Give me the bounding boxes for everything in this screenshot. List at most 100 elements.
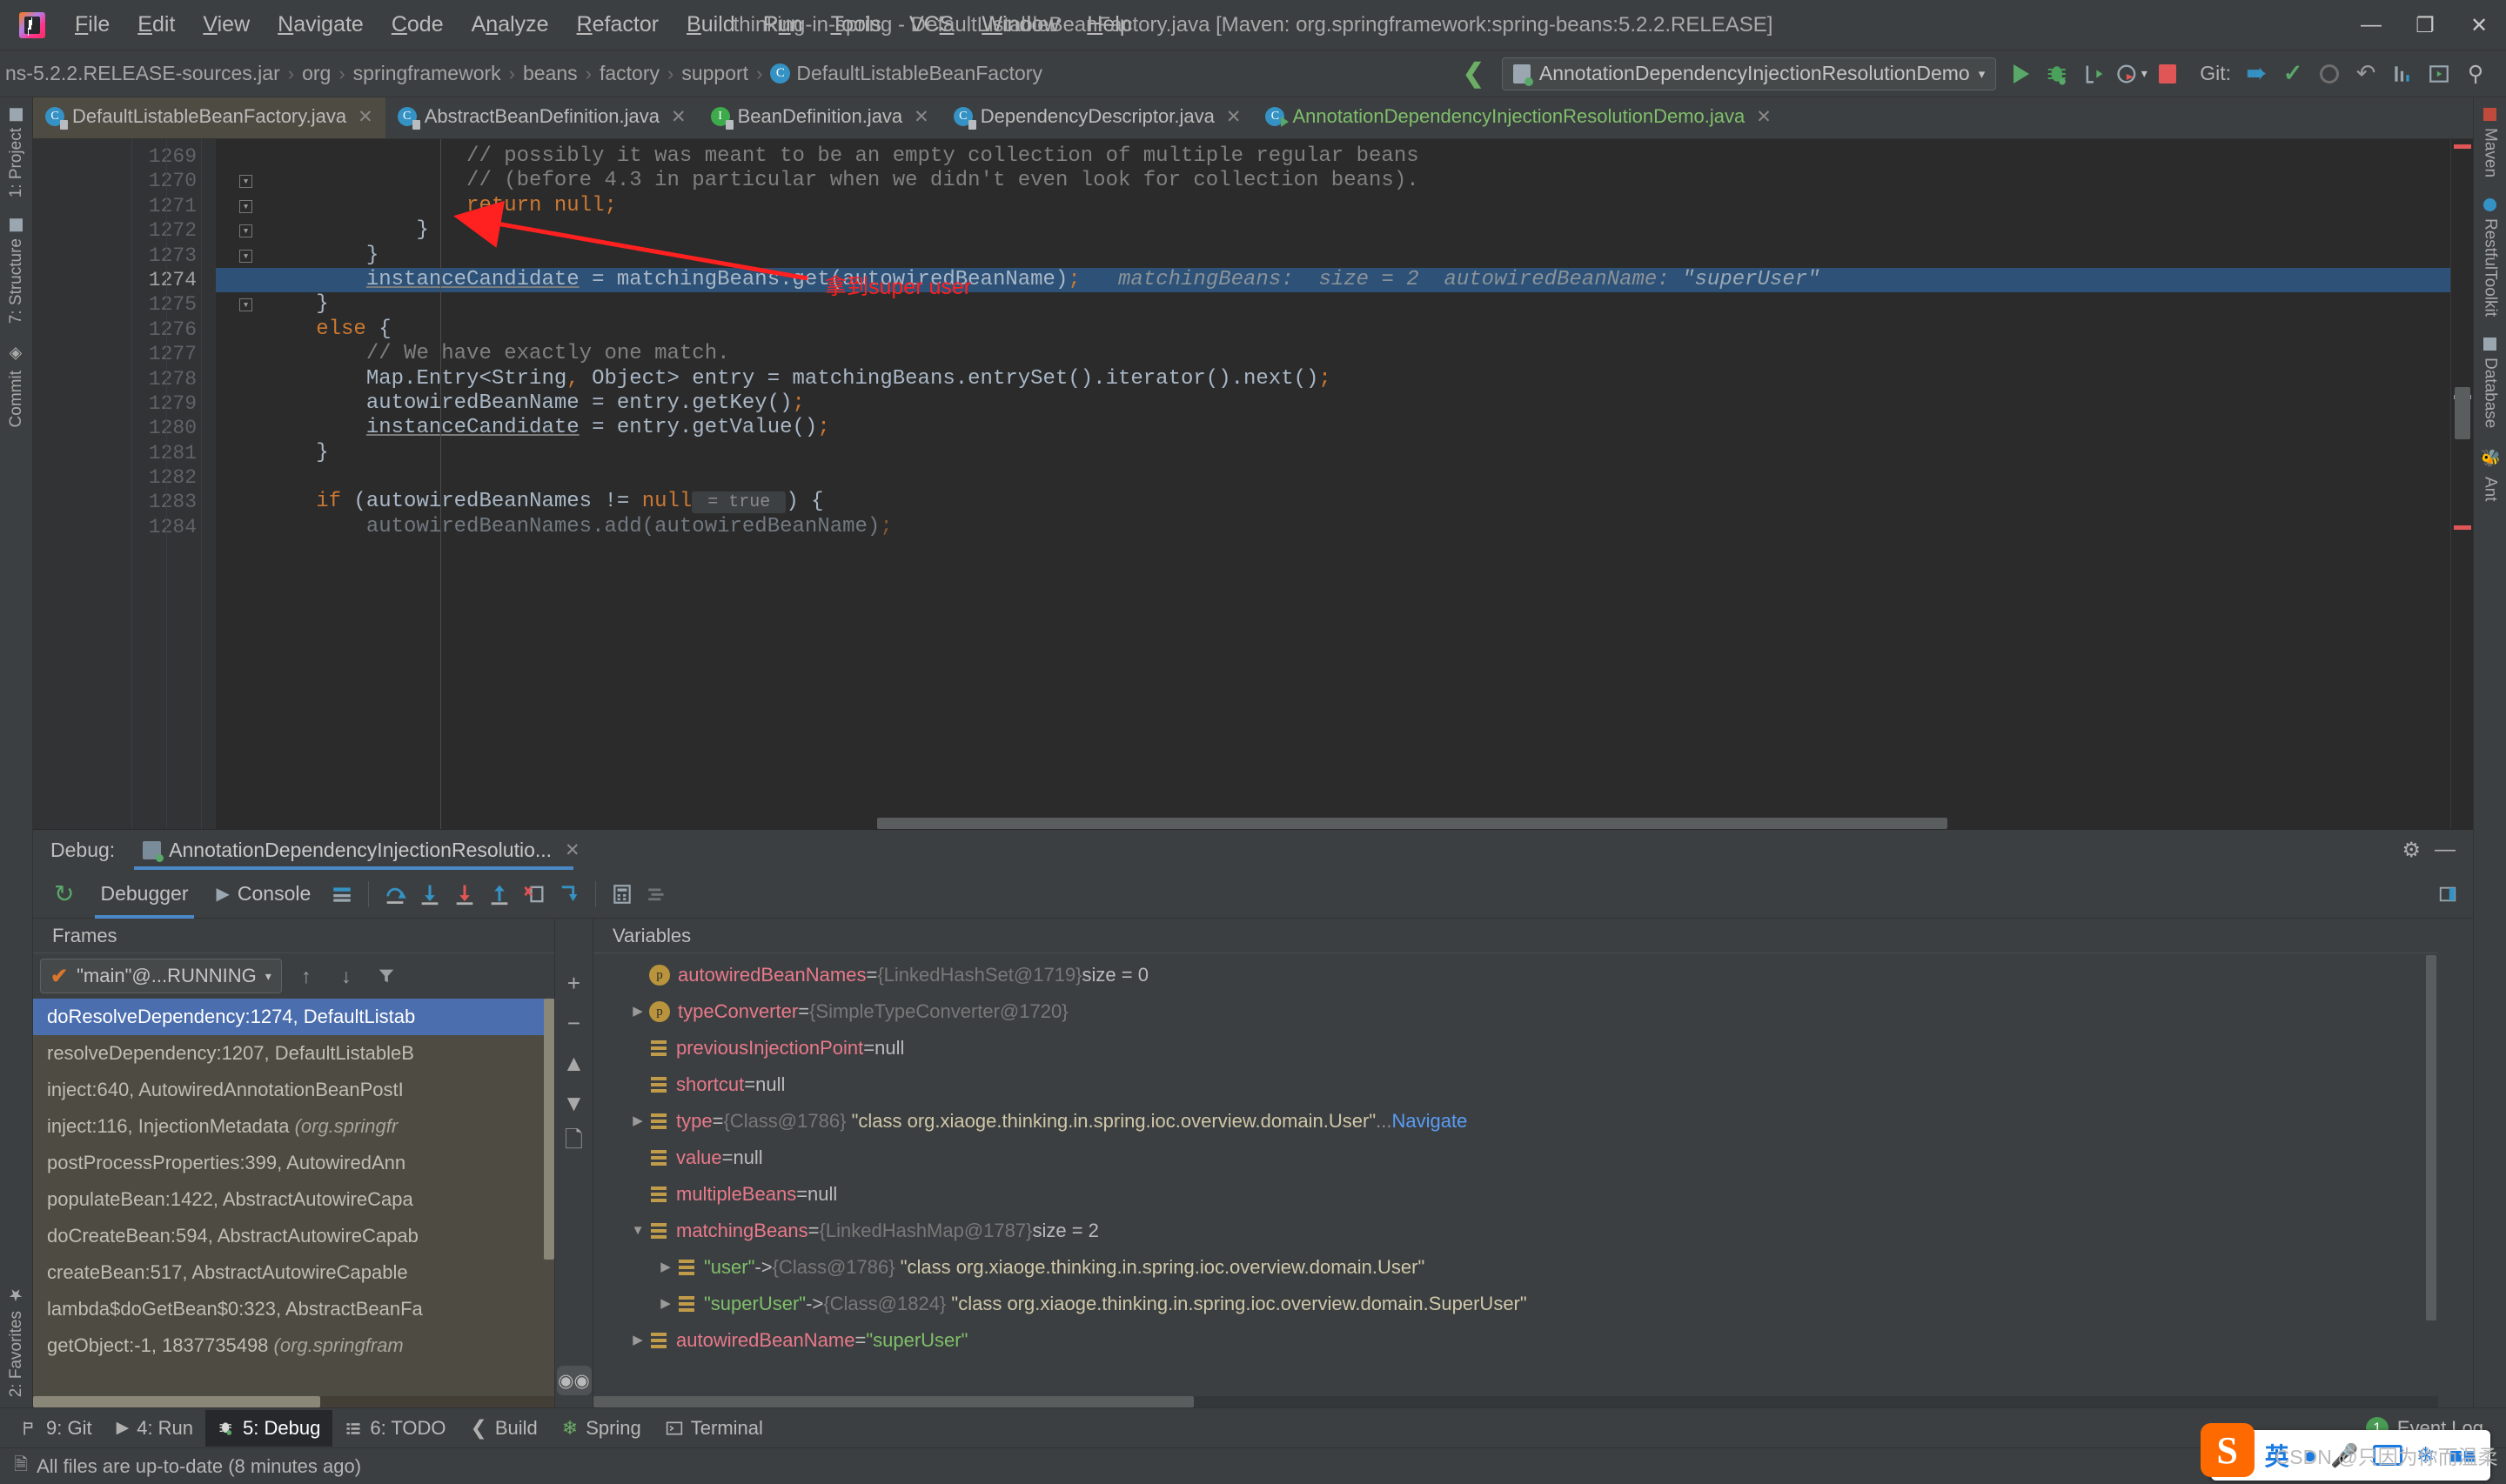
sidebar-item-ant[interactable]: 🐝 Ant — [2477, 438, 2503, 511]
frames-horizontal-scrollbar[interactable] — [33, 1396, 554, 1407]
variable-row-autowiredbeannames[interactable]: p autowiredBeanNames = {LinkedHashSet@17… — [593, 957, 2438, 993]
variables-horizontal-scrollbar[interactable] — [593, 1396, 2438, 1407]
close-icon[interactable]: ✕ — [1756, 106, 1772, 128]
breadcrumb-item-4[interactable]: factory — [594, 60, 665, 87]
apps-icon[interactable]: ■■ — [2449, 1442, 2476, 1469]
gear-icon[interactable]: ⚙ — [2402, 838, 2421, 863]
menu-analyze[interactable]: Analyze — [458, 9, 563, 41]
scrollbar-thumb[interactable] — [877, 818, 1947, 829]
variable-row-shortcut[interactable]: shortcut = null — [593, 1066, 2438, 1103]
error-marker[interactable] — [2454, 144, 2471, 149]
update-project-button[interactable]: ➠ — [2238, 56, 2275, 92]
sidebar-item-project[interactable]: 1: Project — [4, 97, 29, 208]
run-configuration-selector[interactable]: AnnotationDependencyInjectionResolutionD… — [1501, 57, 1997, 90]
variables-list[interactable]: p autowiredBeanNames = {LinkedHashSet@17… — [593, 953, 2438, 1407]
sidebar-item-maven[interactable]: Maven — [2478, 97, 2503, 188]
tool-button-git[interactable]: 9: Git — [9, 1410, 104, 1447]
code-editor[interactable]: 1269 ▾ 1270 ▾ 1271 ▾ 1272 ▾ 1273 1274 ▾ 1275 … — [33, 139, 2473, 829]
bowtie-icon[interactable]: ❄ — [2416, 1442, 2436, 1469]
navigate-link[interactable]: Navigate — [1391, 1103, 1467, 1140]
close-icon[interactable]: ✕ — [914, 106, 929, 128]
menu-refactor[interactable]: Refactor — [563, 9, 673, 41]
settings-structure-button[interactable] — [2384, 56, 2421, 92]
rollback-button[interactable]: ↶ — [2348, 56, 2384, 92]
frames-list[interactable]: doResolveDependency:1274, DefaultListab … — [33, 999, 554, 1407]
frame-row-1[interactable]: resolveDependency:1207, DefaultListableB — [33, 1035, 554, 1072]
run-with-coverage-button[interactable] — [2076, 56, 2113, 92]
error-marker[interactable] — [2454, 525, 2471, 530]
tool-button-terminal[interactable]: Terminal — [653, 1410, 775, 1447]
ime-mode-label[interactable]: 英 — [2265, 1438, 2289, 1473]
close-icon[interactable]: ✕ — [358, 106, 373, 128]
frames-down-button[interactable]: ↓ — [331, 960, 362, 992]
profile-button[interactable]: ▾ — [2113, 56, 2149, 92]
stop-button[interactable] — [2149, 56, 2186, 92]
copy-button[interactable]: 🗋 — [559, 1126, 590, 1157]
scrollbar-thumb[interactable] — [593, 1396, 1194, 1407]
frame-row-8[interactable]: lambda$doGetBean$0:323, AbstractBeanFa — [33, 1291, 554, 1327]
sidebar-item-favorites[interactable]: 2: Favorites ★ — [4, 1274, 29, 1407]
restore-layout-icon[interactable] — [2438, 877, 2473, 912]
tool-button-debug[interactable]: 5: Debug — [205, 1409, 333, 1447]
editor-horizontal-scrollbar[interactable] — [216, 818, 2450, 829]
expand-arrow[interactable]: ▶ — [626, 993, 649, 1030]
run-to-cursor-icon[interactable] — [552, 877, 586, 912]
rerun-icon[interactable]: ↻ — [42, 879, 86, 908]
variable-row-matchingbeans-user[interactable]: ▶ "user" -> {Class@1786} "class org.xiao… — [593, 1249, 2438, 1286]
run-anything-button[interactable] — [2421, 56, 2457, 92]
ime-toolbar[interactable]: S 英 ● 🎤 ❄ ■■ CSDN @只因为你而温柔 — [2200, 1423, 2498, 1481]
frame-row-3[interactable]: inject:116, InjectionMetadata (org.sprin… — [33, 1108, 554, 1145]
force-step-into-icon[interactable] — [447, 877, 482, 912]
variable-row-previousinjectionpoint[interactable]: previousInjectionPoint = null — [593, 1030, 2438, 1066]
expand-arrow[interactable]: ▶ — [654, 1249, 677, 1286]
layout-icon[interactable] — [325, 877, 359, 912]
breadcrumb-item-3[interactable]: beans — [518, 60, 583, 87]
sidebar-item-restfultoolkit[interactable]: RestfulToolkit — [2478, 188, 2503, 327]
close-button[interactable]: ✕ — [2452, 0, 2506, 50]
expand-arrow[interactable]: ▶ — [626, 1322, 649, 1359]
add-watch-button[interactable]: + — [559, 969, 590, 997]
editor-tab-dependencydescriptor[interactable]: C DependencyDescriptor.java ✕ — [941, 97, 1254, 138]
step-into-icon[interactable] — [412, 877, 447, 912]
menu-view[interactable]: View — [189, 9, 264, 41]
step-over-icon[interactable] — [378, 877, 412, 912]
breadcrumb-item-0[interactable]: ns-5.2.2.RELEASE-sources.jar — [0, 60, 285, 87]
close-icon[interactable]: ✕ — [671, 106, 687, 128]
watch-glasses-toggle[interactable]: ◉◉ — [556, 1366, 592, 1395]
frame-row-9[interactable]: getObject:-1, 1837735498 (org.springfram — [33, 1327, 554, 1364]
hide-icon[interactable]: — — [2435, 838, 2456, 862]
editor-gutter[interactable]: 1269 ▾ 1270 ▾ 1271 ▾ 1272 ▾ 1273 1274 ▾ 1275 … — [33, 139, 252, 829]
frames-up-button[interactable]: ↑ — [291, 960, 322, 992]
variable-row-value[interactable]: value = null — [593, 1140, 2438, 1176]
collapse-arrow[interactable]: ▼ — [626, 1213, 649, 1249]
editor-vertical-scrollbar-thumb[interactable] — [2455, 387, 2470, 439]
debug-button[interactable] — [2040, 56, 2076, 92]
step-out-icon[interactable] — [482, 877, 517, 912]
breadcrumb-item-1[interactable]: org — [297, 60, 336, 87]
mute-breakpoints-icon[interactable] — [640, 877, 674, 912]
variable-row-matchingbeans[interactable]: ▼ matchingBeans = {LinkedHashMap@1787} s… — [593, 1213, 2438, 1249]
close-icon[interactable]: ✕ — [565, 839, 580, 861]
tool-button-run[interactable]: ▶ 4: Run — [104, 1410, 205, 1447]
debug-session-tab[interactable]: AnnotationDependencyInjectionResolutio..… — [134, 830, 588, 870]
editor-tab-beandefinition[interactable]: I BeanDefinition.java ✕ — [699, 97, 941, 138]
move-up-button[interactable]: ▲ — [559, 1049, 590, 1077]
expand-arrow[interactable]: ▶ — [654, 1286, 677, 1322]
close-icon[interactable]: ✕ — [1226, 106, 1242, 128]
frame-row-2[interactable]: inject:640, AutowiredAnnotationBeanPostI — [33, 1072, 554, 1108]
variable-row-multiplebeans[interactable]: multipleBeans = null — [593, 1176, 2438, 1213]
editor-tab-abstractbeandefinition[interactable]: C AbstractBeanDefinition.java ✕ — [385, 97, 699, 138]
tool-button-spring[interactable]: ❄ Spring — [550, 1410, 653, 1447]
frame-row-0[interactable]: doResolveDependency:1274, DefaultListab — [33, 999, 554, 1035]
menu-code[interactable]: Code — [378, 9, 458, 41]
scrollbar-thumb[interactable] — [33, 1396, 320, 1407]
sidebar-item-database[interactable]: Database — [2478, 327, 2503, 438]
microphone-icon[interactable]: 🎤 — [2330, 1442, 2358, 1469]
editor-marker-bar[interactable] — [2450, 139, 2473, 829]
menu-file[interactable]: File — [61, 9, 124, 41]
back-chevron-icon[interactable]: ❮ — [1452, 58, 1495, 89]
history-button[interactable] — [2311, 56, 2348, 92]
frames-filter-button[interactable] — [371, 960, 402, 992]
breadcrumb-item-2[interactable]: springframework — [348, 60, 506, 87]
tab-debugger[interactable]: Debugger — [86, 870, 202, 919]
